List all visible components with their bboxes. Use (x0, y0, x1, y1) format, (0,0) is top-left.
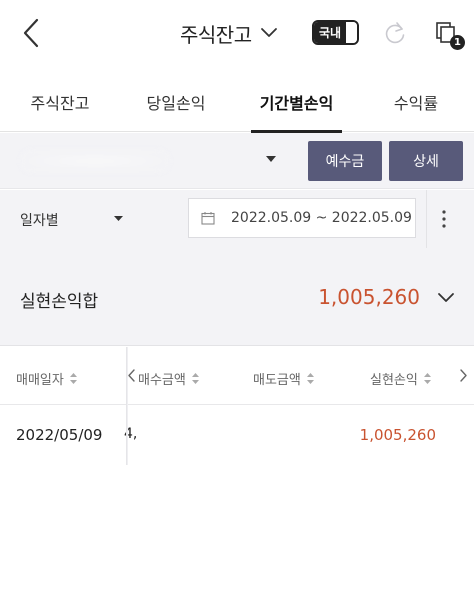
period-type-select[interactable]: 일자별 (20, 210, 59, 230)
calendar-icon (201, 212, 215, 225)
fixed-column-divider (126, 347, 128, 465)
notification-badge: 1 (450, 35, 465, 50)
trade-date-cell: 2022/05/09 (16, 426, 103, 444)
refresh-icon[interactable] (383, 20, 407, 46)
caret-down-icon[interactable] (114, 215, 123, 222)
masked-amounts (140, 423, 320, 447)
column-header-sell-amount[interactable]: 매도금액 (253, 369, 314, 388)
market-toggle-label: 국내 (314, 22, 346, 43)
sort-icon (423, 373, 431, 384)
arrow-right-icon[interactable] (459, 369, 467, 382)
copy-icon[interactable]: 1 (435, 20, 465, 50)
market-toggle[interactable]: 국내 (312, 20, 359, 45)
tab-period-pnl[interactable]: 기간별손익 (251, 80, 342, 133)
date-filter-row: 일자별 2022.05.09 ~ 2022.05.09 (0, 190, 474, 248)
table-row[interactable]: 2022/05/09 4, 1,005,260 (0, 405, 474, 465)
column-header-trade-date[interactable]: 매매일자 (16, 369, 77, 388)
account-number-masked[interactable] (20, 149, 170, 173)
chevron-down-icon[interactable] (437, 292, 455, 304)
sort-icon (69, 373, 77, 384)
sort-icon (306, 373, 314, 384)
tab-bar: 주식잔고 당일손익 기간별손익 수익률 (0, 80, 474, 133)
divider (426, 190, 427, 248)
deposit-button[interactable]: 예수금 (308, 141, 382, 181)
tab-return-rate[interactable]: 수익률 (378, 80, 454, 132)
caret-down-icon[interactable] (266, 155, 276, 163)
top-app-bar: 주식잔고 국내 1 (0, 0, 474, 66)
realized-pnl-summary[interactable]: 실현손익합 1,005,260 (0, 248, 474, 346)
column-header-realized-pnl[interactable]: 실현손익 (370, 369, 431, 388)
kebab-menu-icon[interactable] (440, 208, 448, 230)
sort-icon (191, 373, 199, 384)
tab-stock-balance[interactable]: 주식잔고 (14, 80, 106, 132)
summary-label: 실현손익합 (20, 292, 99, 312)
title-dropdown[interactable]: 주식잔고 (180, 18, 278, 48)
arrow-left-icon[interactable] (128, 369, 136, 382)
tab-daily-pnl[interactable]: 당일손익 (130, 80, 222, 132)
column-header-buy-amount[interactable]: 매수금액 (138, 369, 199, 388)
back-chevron-icon[interactable] (18, 16, 46, 50)
page-title: 주식잔고 (180, 22, 252, 47)
date-range-text: 2022.05.09 ~ 2022.05.09 (231, 210, 412, 226)
date-range-picker[interactable]: 2022.05.09 ~ 2022.05.09 (188, 198, 416, 238)
detail-button[interactable]: 상세 (389, 141, 463, 181)
table-header: 매매일자 매수금액 매도금액 실현손익 (0, 347, 474, 405)
realized-pnl-cell: 1,005,260 (359, 426, 436, 444)
summary-value: 1,005,260 (318, 285, 420, 309)
chevron-down-icon (260, 28, 277, 37)
